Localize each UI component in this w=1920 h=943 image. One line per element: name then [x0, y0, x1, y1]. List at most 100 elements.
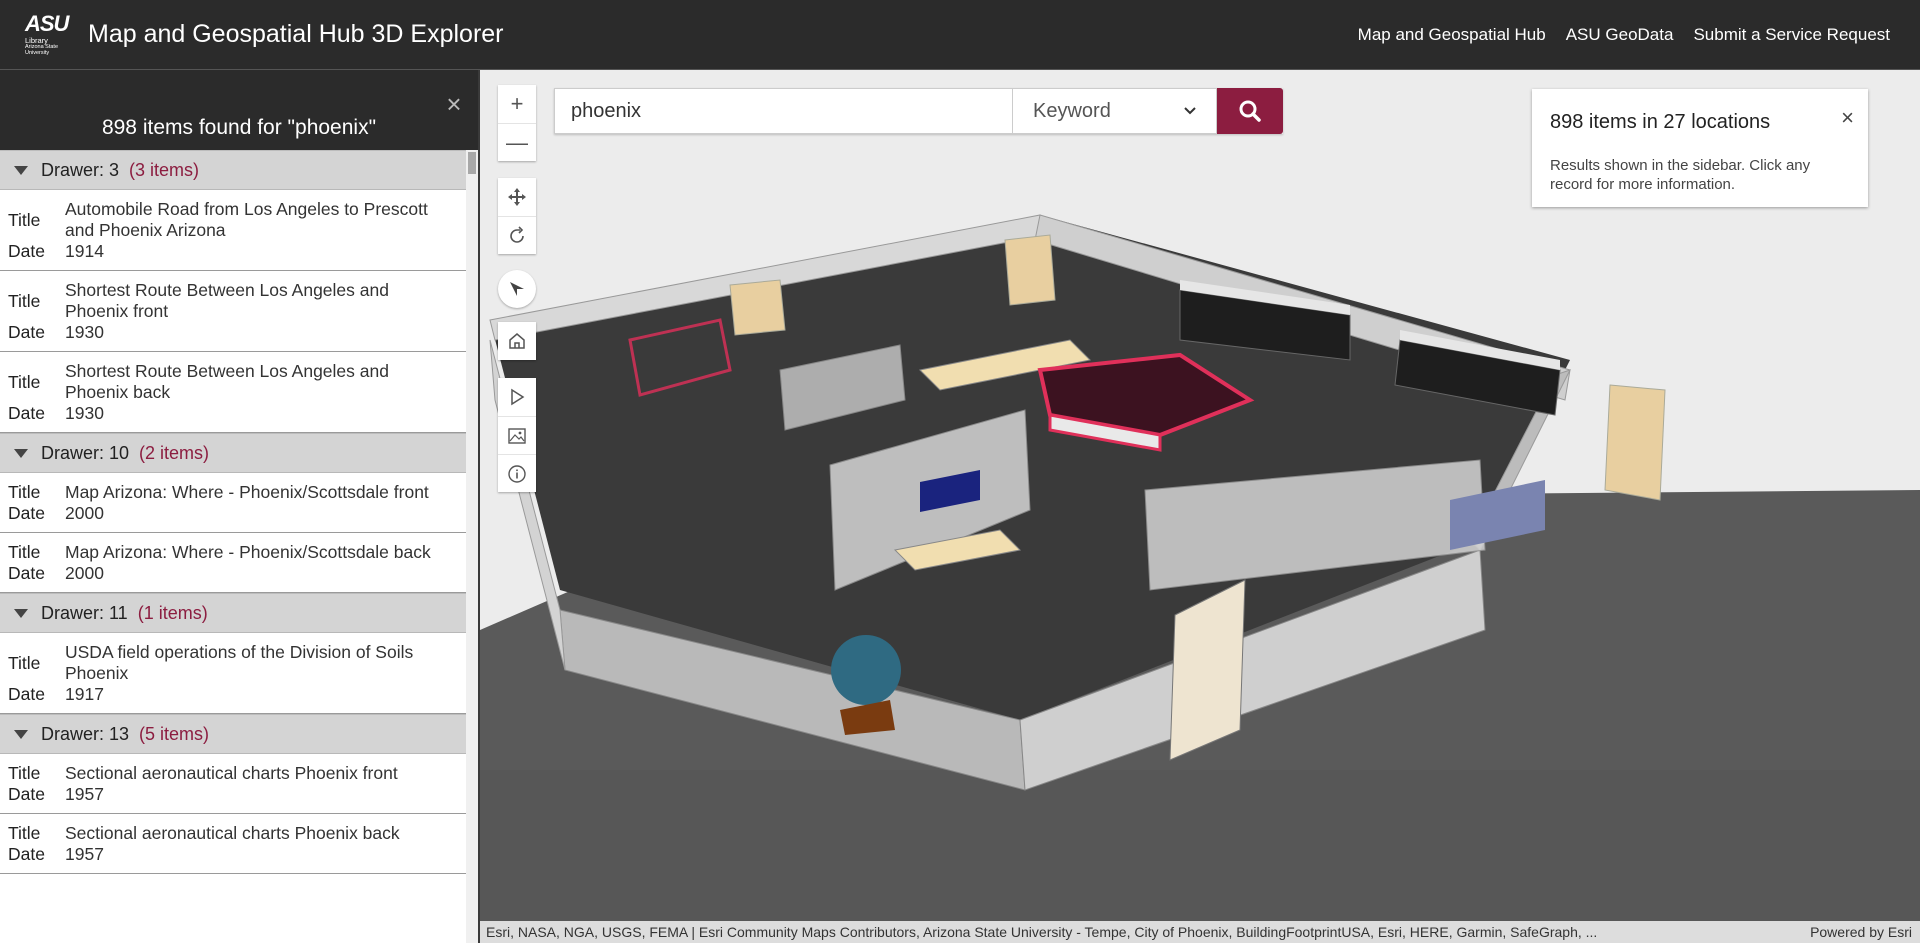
compass-widget	[498, 270, 536, 308]
item-title: Shortest Route Between Los Angeles and P…	[65, 280, 389, 321]
pan-arrows-icon	[508, 188, 526, 206]
play-tour-button[interactable]	[498, 378, 536, 416]
list-item[interactable]: Title USDA field operations of the Divis…	[0, 633, 466, 714]
item-date: 2000	[65, 503, 104, 523]
title-key: Title	[8, 823, 41, 843]
close-icon[interactable]: ×	[440, 90, 468, 118]
list-item[interactable]: Title Map Arizona: Where - Phoenix/Scott…	[0, 533, 466, 593]
close-icon[interactable]: ×	[1841, 105, 1854, 131]
logo-mark: ASU	[25, 10, 69, 36]
info-button[interactable]	[498, 454, 536, 492]
item-date: 2000	[65, 563, 104, 583]
drawer-count: (1 items)	[137, 602, 208, 623]
title-key: Title	[8, 482, 41, 502]
nav-link-asu-geodata[interactable]: ASU GeoData	[1566, 25, 1674, 45]
compass-button[interactable]	[498, 270, 536, 308]
attribution-text[interactable]: Esri, NASA, NGA, USGS, FEMA | Esri Commu…	[486, 924, 1798, 940]
map-view-3d[interactable]: + — phoenix Keyword × 898 items in 27 lo…	[480, 70, 1920, 943]
info-icon	[508, 464, 526, 483]
basemap-button[interactable]	[498, 416, 536, 454]
list-item[interactable]: Title Sectional aeronautical charts Phoe…	[0, 754, 466, 814]
item-title: Map Arizona: Where - Phoenix/Scottsdale …	[65, 542, 431, 562]
zoom-in-button[interactable]: +	[498, 85, 536, 123]
collapse-triangle-icon	[14, 729, 28, 739]
drawer-header[interactable]: Drawer: 3 (3 items)	[0, 150, 466, 190]
popup-body: Results shown in the sidebar. Click any …	[1550, 157, 1811, 193]
item-title: Map Arizona: Where - Phoenix/Scottsdale …	[65, 482, 429, 502]
search-button[interactable]	[1217, 88, 1283, 134]
zoom-out-button[interactable]: —	[498, 123, 536, 161]
list-item[interactable]: Title Shortest Route Between Los Angeles…	[0, 352, 466, 433]
date-key: Date	[8, 403, 45, 423]
compass-needle-icon	[510, 282, 524, 296]
search-mode-value: Keyword	[1033, 99, 1111, 122]
title-key: Title	[8, 290, 41, 311]
nav-link-service-request[interactable]: Submit a Service Request	[1693, 25, 1890, 45]
drawer-header[interactable]: Drawer: 11 (1 items)	[0, 593, 466, 633]
popup-title: 898 items in 27 locations	[1550, 111, 1771, 133]
sidebar-scrollbar[interactable]	[466, 150, 478, 943]
date-key: Date	[8, 503, 45, 523]
widget-toolbar	[498, 378, 536, 492]
home-widget	[498, 322, 536, 360]
drawer-label: Drawer: 13	[41, 723, 130, 744]
item-date: 1930	[65, 322, 104, 342]
app-title: Map and Geospatial Hub 3D Explorer	[88, 20, 504, 48]
date-key: Date	[8, 684, 45, 704]
drawer-label: Drawer: 11	[41, 602, 128, 623]
image-icon	[508, 427, 526, 444]
drawer-count: (3 items)	[129, 159, 200, 180]
logo-line: Library	[25, 35, 48, 45]
item-date: 1917	[65, 684, 104, 704]
drawer-header[interactable]: Drawer: 10 (2 items)	[0, 433, 466, 473]
item-title: Automobile Road from Los Angeles to Pres…	[65, 199, 428, 240]
drawer-count: (2 items)	[139, 442, 210, 463]
list-item[interactable]: Title Map Arizona: Where - Phoenix/Scott…	[0, 473, 466, 533]
date-key: Date	[8, 784, 45, 804]
item-title: USDA field operations of the Division of…	[65, 642, 414, 683]
nav-link-geospatial-hub[interactable]: Map and Geospatial Hub	[1358, 25, 1546, 45]
drawer-header[interactable]: Drawer: 13 (5 items)	[0, 714, 466, 754]
title-key: Title	[8, 542, 41, 562]
play-icon	[511, 388, 525, 406]
sidebar-header: × 898 items found for "phoenix"	[0, 70, 478, 150]
app-header: ASU Library Arizona State University Map…	[0, 0, 1920, 70]
item-title: Shortest Route Between Los Angeles and P…	[65, 361, 389, 402]
date-key: Date	[8, 241, 45, 261]
date-key: Date	[8, 844, 45, 864]
title-key: Title	[8, 209, 41, 230]
item-date: 1914	[65, 241, 104, 261]
drawer-label: Drawer: 10	[41, 442, 130, 463]
logo-subline: Arizona State University	[25, 44, 59, 56]
list-item[interactable]: Title Shortest Route Between Los Angeles…	[0, 271, 466, 352]
item-date: 1930	[65, 403, 104, 423]
search-bar: Keyword	[554, 88, 1283, 134]
item-title: Sectional aeronautical charts Phoenix ba…	[65, 823, 400, 843]
collapse-triangle-icon	[14, 608, 28, 618]
results-sidebar: × 898 items found for "phoenix" Drawer: …	[0, 70, 480, 943]
collapse-triangle-icon	[14, 448, 28, 458]
navigation-toggle	[498, 178, 536, 254]
list-item[interactable]: Title Automobile Road from Los Angeles t…	[0, 190, 466, 271]
rotate-icon	[510, 225, 524, 243]
date-key: Date	[8, 563, 45, 583]
search-input[interactable]	[554, 88, 1012, 134]
drawer-count: (5 items)	[139, 723, 210, 744]
home-icon	[509, 333, 525, 349]
header-nav: Map and Geospatial Hub ASU GeoData Submi…	[1358, 0, 1890, 69]
list-item[interactable]: Title Sectional aeronautical charts Phoe…	[0, 814, 466, 874]
pan-button[interactable]	[498, 178, 536, 216]
search-icon	[1239, 100, 1261, 122]
title-key: Title	[8, 763, 41, 783]
home-button[interactable]	[498, 322, 536, 360]
results-list[interactable]: Drawer: 3 (3 items) Title Automobile Roa…	[0, 150, 466, 943]
rotate-button[interactable]	[498, 216, 536, 254]
title-key: Title	[8, 652, 41, 673]
powered-by-esri-link[interactable]: Powered by Esri	[1810, 924, 1914, 940]
map-attribution: Esri, NASA, NGA, USGS, FEMA | Esri Commu…	[480, 921, 1920, 943]
scrollbar-thumb[interactable]	[468, 152, 476, 174]
asu-library-logo[interactable]: ASU Library Arizona State University	[25, 12, 75, 58]
title-key: Title	[8, 371, 41, 392]
results-summary: 898 items found for "phoenix"	[101, 116, 377, 139]
search-mode-select[interactable]: Keyword	[1012, 88, 1217, 134]
